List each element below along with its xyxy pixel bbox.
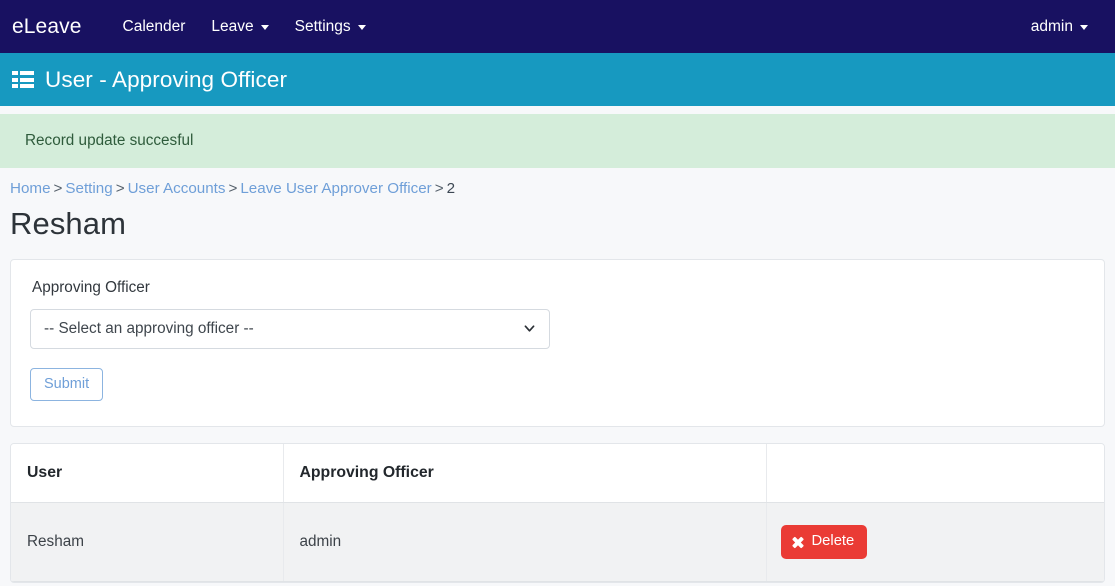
top-navbar: eLeave Calender Leave Settings admin	[0, 0, 1115, 53]
table-body: Resham admin Delete	[11, 502, 1104, 583]
page-title: Resham	[10, 205, 127, 241]
navbar-right: admin	[1018, 10, 1101, 44]
table-header-actions	[765, 444, 1104, 504]
page-header-title: User - Approving Officer	[12, 67, 287, 93]
table-header-row: User Approving Officer	[11, 444, 1104, 504]
breadcrumb-item-setting[interactable]: Setting	[65, 180, 112, 197]
table-header-approving-officer: Approving Officer	[282, 444, 766, 504]
cell-actions: Delete	[765, 502, 1104, 583]
main-nav: Calender Leave Settings	[110, 10, 379, 44]
th-list-icon	[12, 71, 34, 88]
approving-officer-label: Approving Officer	[32, 279, 150, 297]
chevron-down-icon	[357, 25, 366, 30]
approving-officer-form-card: Approving Officer -- Select an approving…	[10, 259, 1105, 428]
table-row: Resham admin Delete	[11, 502, 1104, 583]
approving-officer-table: User Approving Officer Resham admin Dele…	[11, 444, 1104, 583]
alert-success: Record update succesful	[0, 114, 1115, 168]
breadcrumb-separator: >	[115, 179, 125, 197]
delete-button[interactable]: Delete	[780, 525, 868, 560]
page-content: Home > Setting > User Accounts > Leave User Ap…	[0, 168, 1115, 584]
user-menu-label: admin	[1030, 17, 1073, 35]
approving-officer-table-card: User Approving Officer Resham admin Dele…	[10, 443, 1105, 584]
breadcrumb-item-user-accounts[interactable]: User Accounts	[128, 180, 226, 197]
breadcrumb: Home > Setting > User Accounts > Leave User Ap…	[10, 168, 1105, 199]
table-head: User Approving Officer	[11, 444, 1104, 504]
nav-link-settings-label: Settings	[294, 17, 351, 35]
brand-logo[interactable]: eLeave	[10, 15, 82, 39]
nav-link-settings[interactable]: Settings	[282, 10, 379, 44]
nav-link-calender-label: Calender	[122, 17, 186, 35]
delete-button-label: Delete	[811, 533, 855, 550]
breadcrumb-separator: >	[228, 179, 238, 197]
nav-item-settings: Settings	[282, 10, 379, 44]
cell-user: Resham	[11, 502, 283, 583]
approving-officer-select-wrap: -- Select an approving officer --	[30, 308, 550, 349]
chevron-down-icon	[260, 25, 269, 30]
alert-container: Record update succesful	[0, 106, 1115, 168]
cell-approving-officer: admin	[282, 502, 766, 583]
page-header-bar: User - Approving Officer	[0, 53, 1115, 106]
breadcrumb-item-leave-user-approver-officer[interactable]: Leave User Approver Officer	[240, 180, 431, 197]
nav-link-calender[interactable]: Calender	[110, 10, 199, 44]
breadcrumb-item-current: 2	[446, 179, 456, 197]
table-header-user: User	[11, 444, 283, 504]
page-header-title-text: User - Approving Officer	[45, 66, 288, 92]
nav-link-leave[interactable]: Leave	[198, 10, 281, 44]
times-icon	[792, 536, 805, 549]
submit-button[interactable]: Submit	[30, 367, 104, 402]
breadcrumb-separator: >	[434, 179, 444, 197]
user-menu[interactable]: admin	[1018, 10, 1101, 44]
chevron-down-icon	[1080, 25, 1088, 30]
nav-link-leave-label: Leave	[211, 17, 254, 35]
breadcrumb-item-home[interactable]: Home	[10, 180, 51, 197]
breadcrumb-separator: >	[53, 179, 63, 197]
nav-item-calender: Calender	[110, 10, 199, 44]
approving-officer-select[interactable]: -- Select an approving officer --	[30, 308, 550, 349]
nav-item-leave: Leave	[198, 10, 281, 44]
